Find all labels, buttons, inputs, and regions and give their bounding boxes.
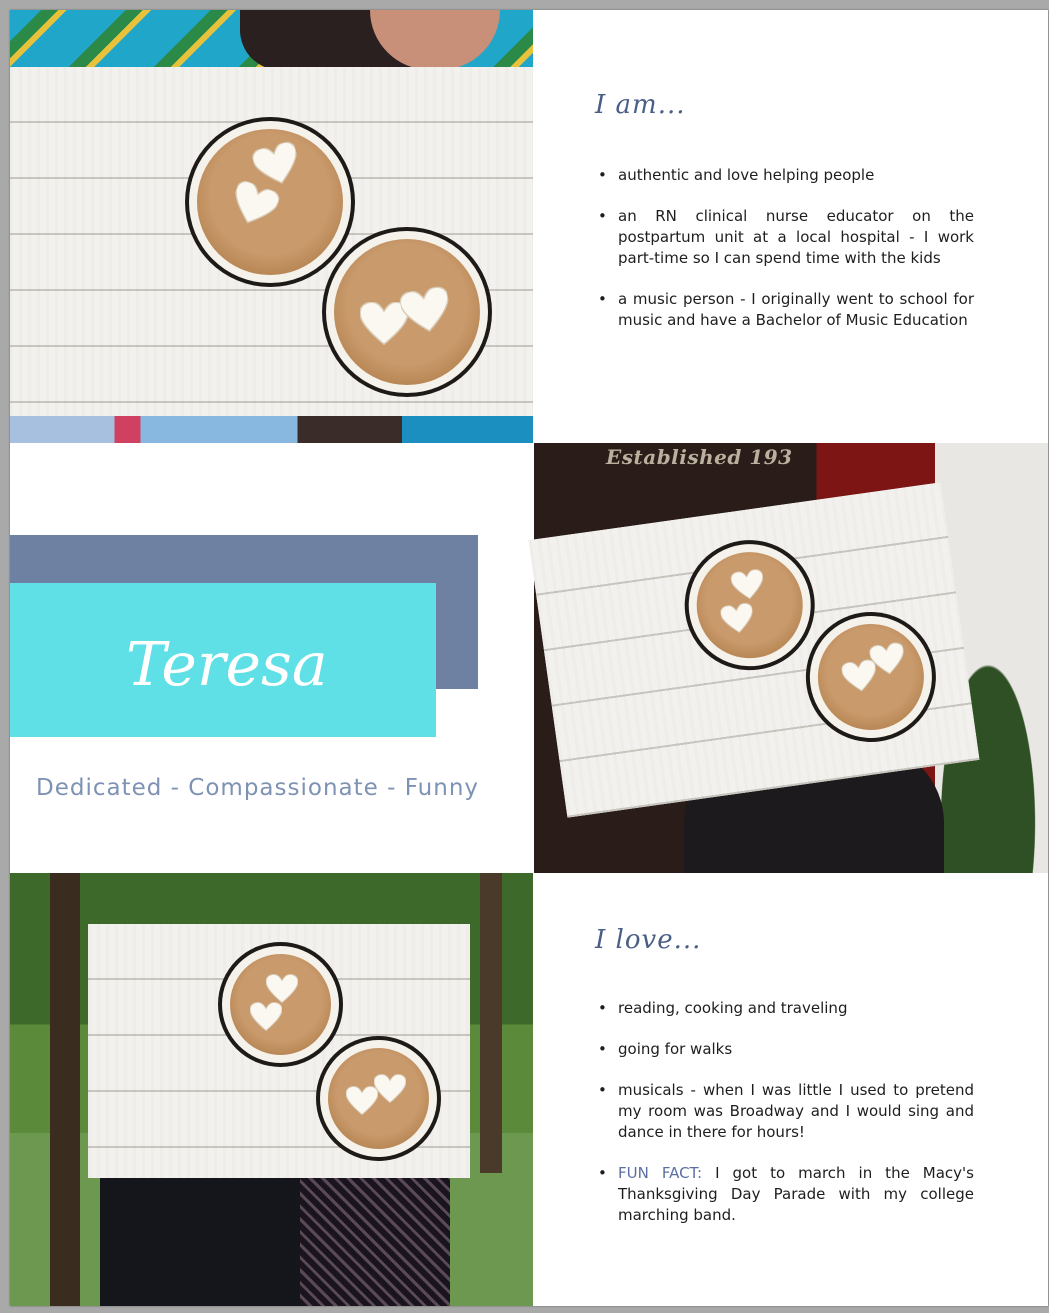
list-item: reading, cooking and traveling	[592, 998, 974, 1019]
svg-text:Teresa: Teresa	[126, 630, 328, 700]
list-item: going for walks	[592, 1039, 974, 1060]
photo-sign-text: Established 193	[606, 445, 793, 469]
list-item: an RN clinical nurse educator on the pos…	[592, 206, 974, 269]
fun-fact-label: FUN FACT:	[618, 1164, 703, 1182]
profile-tagline: Dedicated - Compassionate - Funny	[36, 775, 480, 801]
about-heading: I am...	[595, 90, 686, 120]
coffee-mugs-image-top	[10, 67, 533, 416]
profile-name: Teresa	[116, 595, 336, 715]
list-item: a music person - I originally went to sc…	[592, 289, 974, 331]
list-item: authentic and love helping people	[592, 165, 974, 186]
loves-heading: I love...	[595, 925, 702, 955]
coffee-mugs-image-bottom	[88, 924, 470, 1178]
coffee-mugs-image-middle	[528, 482, 980, 818]
loves-list: reading, cooking and traveling going for…	[592, 998, 974, 1246]
about-list: authentic and love helping people an RN …	[592, 165, 974, 351]
document-page: I am... authentic and love helping peopl…	[10, 10, 1048, 1306]
list-item-fun-fact: FUN FACT: I got to march in the Macy's T…	[592, 1163, 974, 1226]
list-item: musicals - when I was little I used to p…	[592, 1080, 974, 1143]
